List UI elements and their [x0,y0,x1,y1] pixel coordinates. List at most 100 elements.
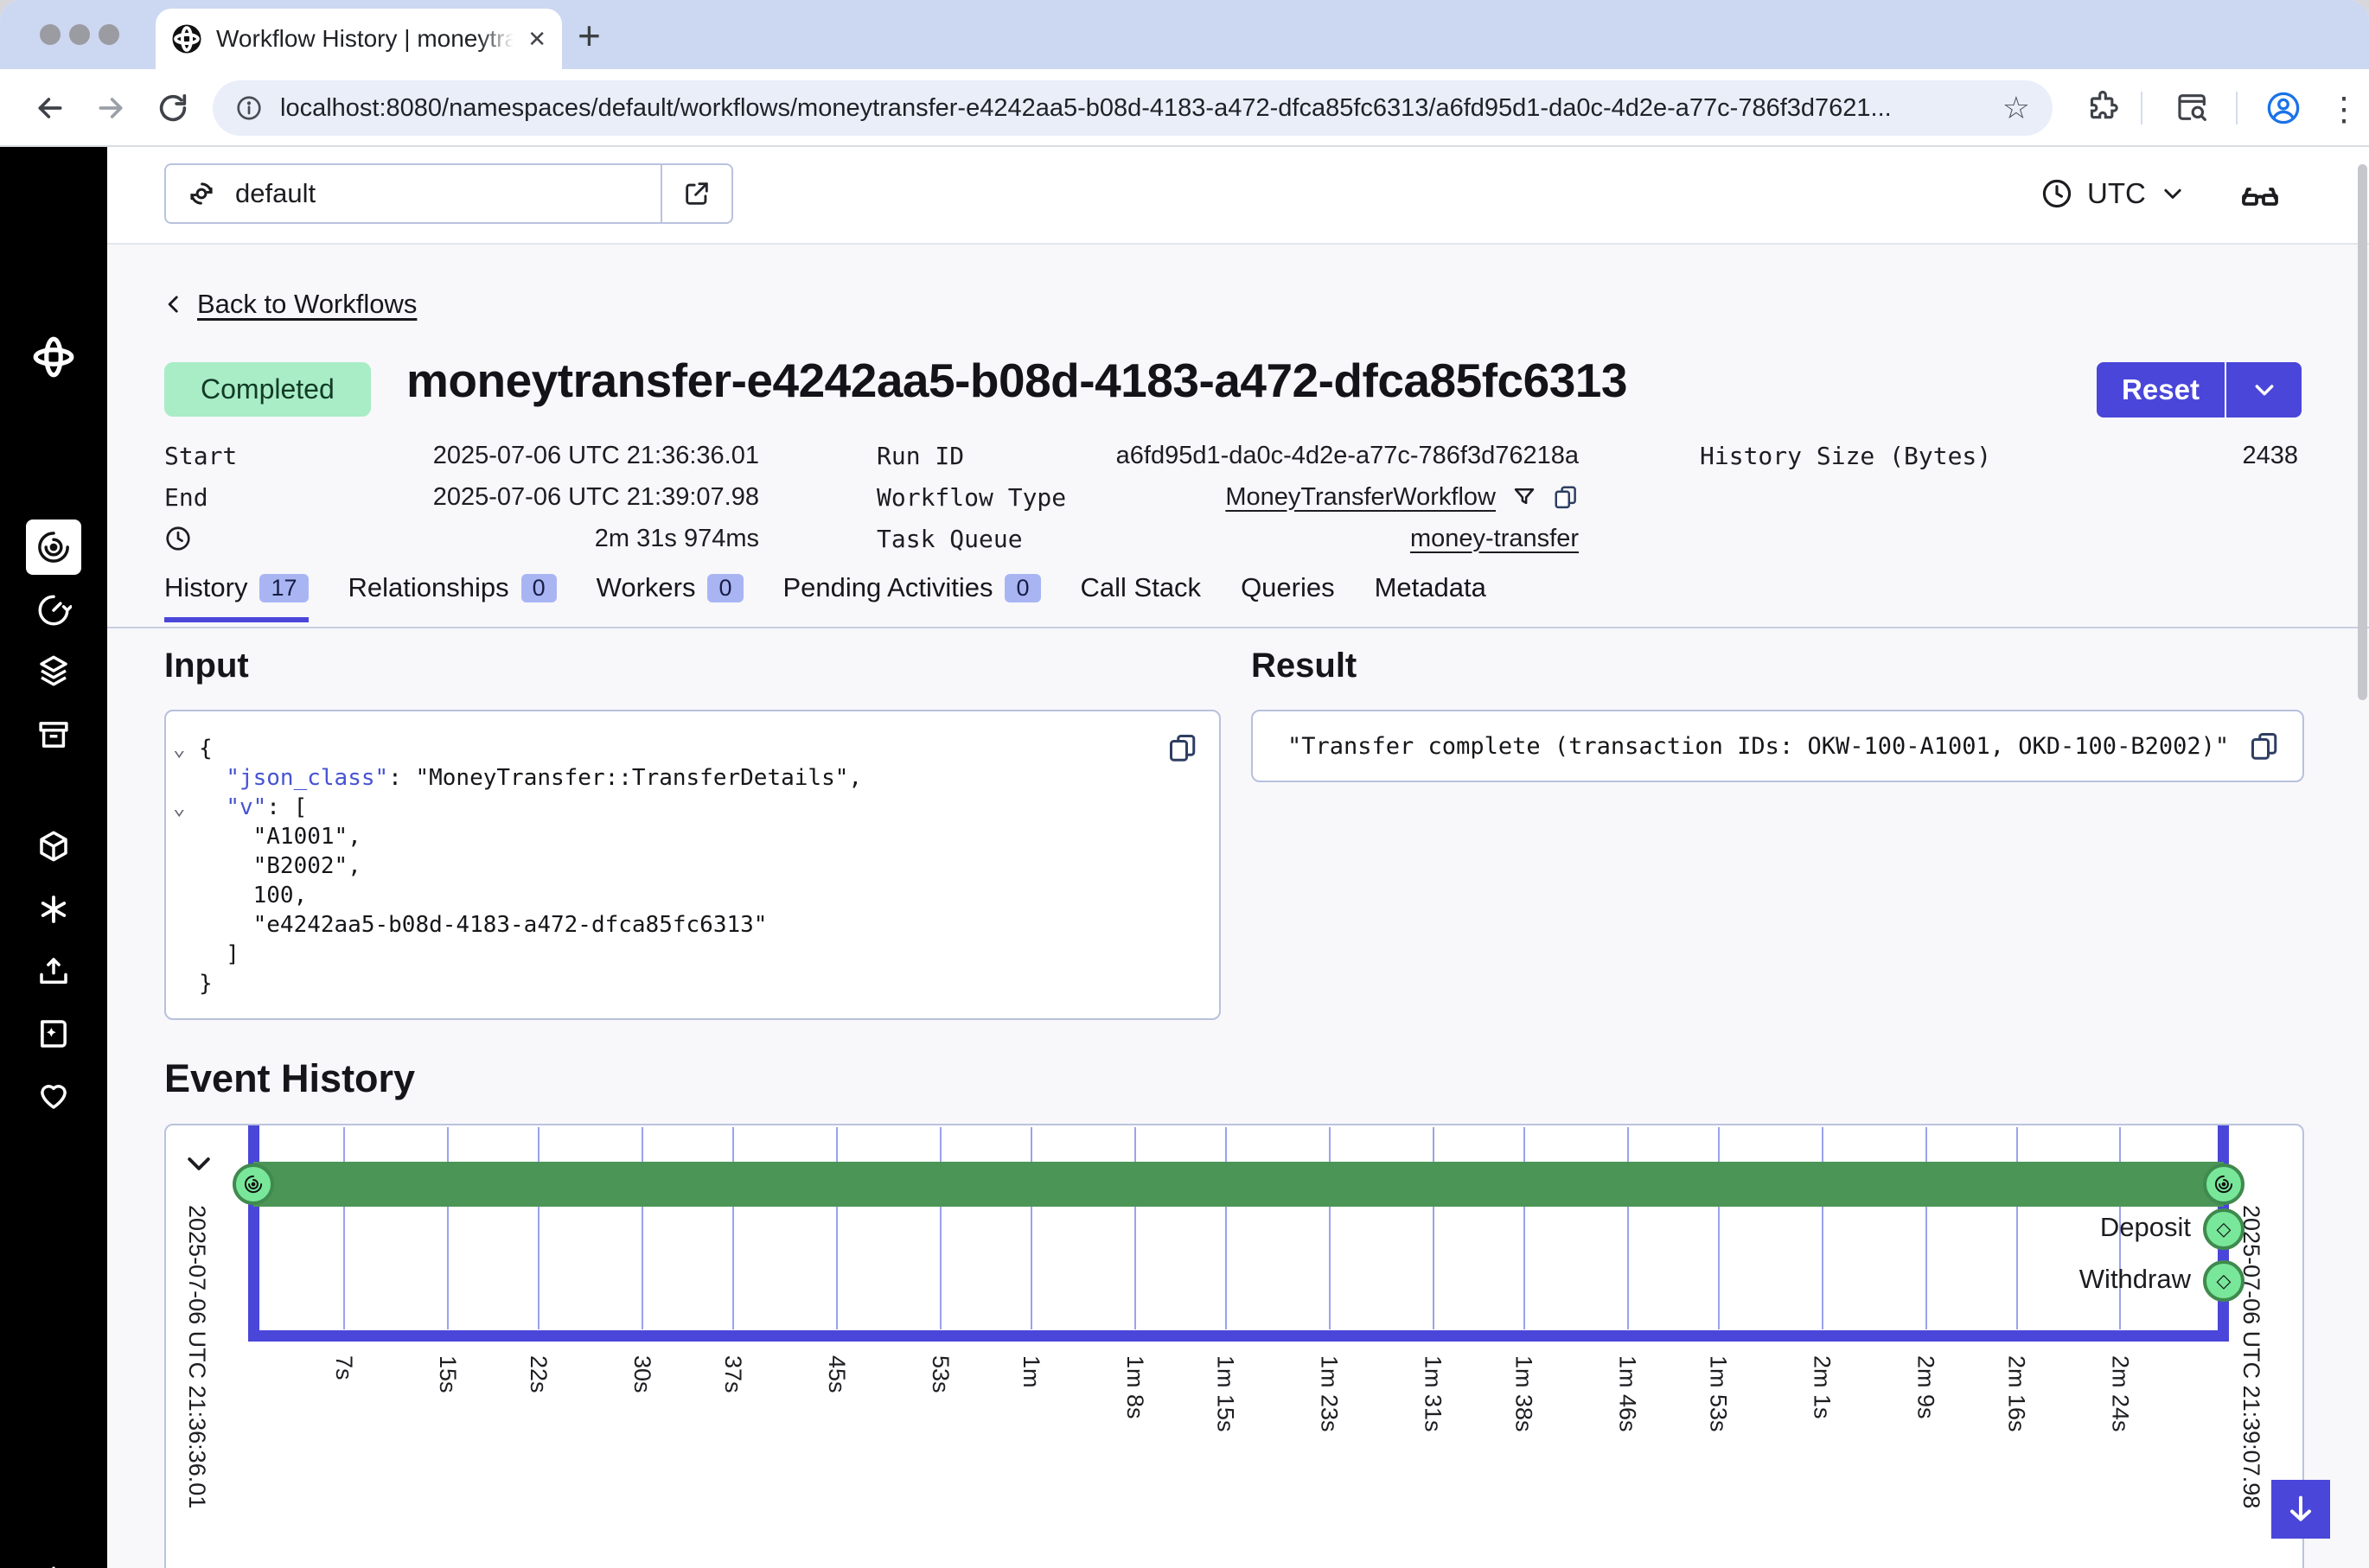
arrow-down-icon [2283,1492,2318,1527]
duration-clock-icon [164,525,192,552]
timeline-gridline [1031,1127,1032,1329]
activity-label-withdraw: Withdraw [1932,1264,2191,1295]
reset-menu-chevron[interactable] [2225,362,2302,417]
timeline-tick-label: 1m 46s [1614,1355,1641,1432]
fold-chevron-icon[interactable]: ⌄ [173,734,185,763]
batch-operations-icon[interactable] [35,653,72,689]
status-badge: Completed [164,362,371,417]
back-icon[interactable] [33,91,67,125]
left-nav-sidebar: 2.34.0 [0,147,107,1568]
timeline-gridline [1627,1127,1629,1329]
filter-funnel-icon[interactable] [1511,484,1537,510]
url-text[interactable]: localhost:8080/namespaces/default/workfl… [280,94,1985,123]
activity-label-deposit: Deposit [1932,1212,2191,1243]
reset-button[interactable]: Reset [2097,362,2225,417]
import-events-icon[interactable] [35,953,72,990]
fold-chevron-icon[interactable]: ⌄ [173,793,185,822]
timezone-selector[interactable]: UTC [2040,169,2186,218]
timeline-gridline [1225,1127,1227,1329]
reload-icon[interactable] [156,91,190,125]
timeline-expand-chevron-icon[interactable] [182,1146,216,1181]
detail-end: End 2025-07-06 UTC 21:39:07.98 [164,476,759,518]
feedback-heart-icon[interactable] [35,1077,72,1113]
back-to-workflows-link[interactable]: Back to Workflows [163,289,417,320]
site-info-icon[interactable] [235,94,263,122]
schedules-icon[interactable] [35,592,72,628]
window-minimize-dot[interactable] [69,24,90,45]
forward-icon[interactable] [93,91,128,125]
timeline-tick-label: 53s [927,1355,954,1393]
reset-split-button: Reset [2097,362,2302,417]
chrome-menu-kebab-icon[interactable]: ⋮ [2326,90,2362,126]
page-scrollbar-thumb[interactable] [2358,164,2367,700]
timeline-tick-label: 2m 1s [1809,1355,1836,1419]
temporal-logo-icon[interactable] [31,335,76,379]
detail-start: Start 2025-07-06 UTC 21:36:36.01 [164,435,759,476]
nexus-asterisk-icon[interactable] [35,891,72,927]
tab-workers[interactable]: Workers0 [597,572,744,622]
labs-glasses-icon[interactable] [2239,175,2281,216]
chevron-down-icon [2251,376,2278,404]
tab-metadata[interactable]: Metadata [1375,572,1486,622]
namespace-selector[interactable]: default [164,163,733,224]
code-line: } [178,969,1141,998]
profile-icon[interactable] [2265,90,2302,126]
archive-icon[interactable] [35,717,72,753]
tabs-bottom-border [107,627,2369,628]
tab-close-icon[interactable]: ✕ [527,28,546,50]
tab-history[interactable]: History17 [164,572,309,622]
timeline-gridline [1822,1127,1823,1329]
code-line: ⌄ "v": [ [178,793,1141,822]
timeline-tick-label: 15s [434,1355,461,1393]
window-close-dot[interactable] [40,24,61,45]
tab-title: Workflow History | moneytran [216,25,514,53]
input-code: ⌄{ "json_class": "MoneyTransfer::Transfe… [178,734,1141,998]
tab-pending-activities[interactable]: Pending Activities0 [783,572,1041,622]
code-line: "e4242aa5-b08d-4183-a472-dfca85fc6313" [178,910,1141,940]
clock-icon [2040,177,2073,210]
detail-task-queue: Task Queue money-transfer [877,518,1579,559]
copy-icon[interactable] [1553,484,1579,510]
activity-marker-deposit[interactable]: ◇ [2203,1208,2244,1250]
nav-workflows-active[interactable] [26,519,81,575]
detail-run-id: Run ID a6fd95d1-da0c-4d2e-a77c-786f3d762… [877,435,1579,476]
copy-icon[interactable] [2249,730,2280,762]
tab-queries[interactable]: Queries [1241,572,1335,622]
bookmark-star-icon[interactable]: ☆ [2002,90,2030,126]
browser-tab[interactable]: Workflow History | moneytran ✕ [156,9,562,69]
activity-marker-withdraw[interactable]: ◇ [2203,1260,2244,1302]
code-line: ] [178,940,1141,969]
task-queue-link[interactable]: money-transfer [1410,525,1579,553]
copy-icon[interactable] [1167,732,1198,763]
workflow-type-link[interactable]: MoneyTransferWorkflow [1225,483,1496,512]
input-payload-box: ⌄{ "json_class": "MoneyTransfer::Transfe… [164,710,1221,1020]
timeline-gridline [1718,1127,1720,1329]
theme-toggle-sun-icon[interactable] [35,1564,72,1568]
event-history-heading: Event History [164,1056,415,1101]
workflow-start-marker[interactable] [233,1163,274,1205]
timeline-tick-label: 22s [525,1355,552,1393]
docs-book-icon[interactable] [35,1016,72,1052]
namespaces-cube-icon[interactable] [35,828,72,864]
timeline-tick-label: 45s [823,1355,850,1393]
namespace-external-link-icon[interactable] [661,165,731,222]
workflow-end-marker[interactable] [2203,1163,2244,1205]
favicon-temporal-logo-icon [171,23,202,54]
code-line: "json_class": "MoneyTransfer::TransferDe… [178,763,1141,793]
scroll-to-bottom-button[interactable] [2271,1480,2330,1539]
window-zoom-dot[interactable] [99,24,119,45]
timeline-tick-label: 1m 15s [1212,1355,1239,1432]
chevron-left-icon [163,293,185,316]
workflow-execution-span[interactable] [253,1162,2224,1207]
search-tabs-icon[interactable] [2175,90,2212,126]
new-tab-button[interactable]: + [578,12,601,59]
timeline-bottom-axis [248,1330,2229,1342]
address-bar[interactable]: localhost:8080/namespaces/default/workfl… [213,80,2053,136]
extensions-icon[interactable] [2085,90,2122,126]
timeline-gridline [732,1127,734,1329]
code-line: "A1001", [178,822,1141,851]
tab-relationships[interactable]: Relationships0 [348,572,557,622]
timeline-left-axis [248,1125,259,1342]
timeline-tick-label: 2m 24s [2106,1355,2133,1432]
tab-call-stack[interactable]: Call Stack [1081,572,1202,622]
